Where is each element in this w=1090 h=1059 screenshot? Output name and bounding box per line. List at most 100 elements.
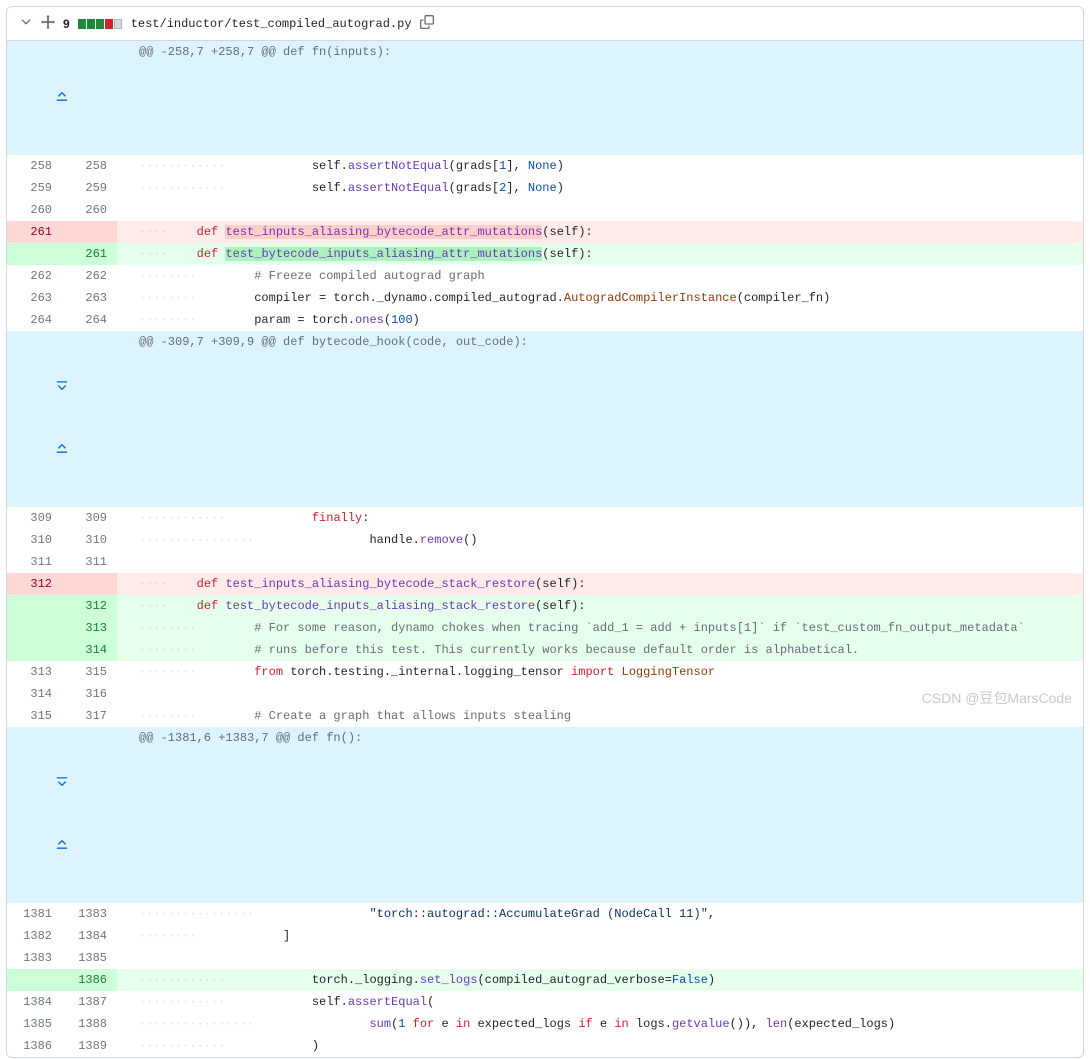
code-cell: ············ self.assertNotEqual(grads[1… (117, 155, 1083, 177)
new-line-num[interactable]: 313 (62, 617, 117, 639)
code-cell: ········ param = torch.ones(100) (117, 309, 1083, 331)
move-handle[interactable] (41, 15, 55, 32)
code-cell: ················ sum(1 for e in expected… (117, 1013, 1083, 1035)
code-cell: ········ from torch.testing._internal.lo… (117, 661, 1083, 683)
new-line-num[interactable]: 1387 (62, 991, 117, 1013)
new-line-num[interactable]: 316 (62, 683, 117, 705)
new-line-num[interactable]: 260 (62, 199, 117, 221)
new-line-num[interactable]: 314 (62, 639, 117, 661)
old-line-num[interactable]: 261 (7, 221, 62, 243)
diff-row: 313315········ from torch.testing._inter… (7, 661, 1083, 683)
old-line-num[interactable]: 264 (7, 309, 62, 331)
old-line-num (7, 969, 62, 991)
code-cell: ············ ) (117, 1035, 1083, 1057)
old-line-num[interactable]: 260 (7, 199, 62, 221)
new-line-num (62, 221, 117, 243)
code-cell: ···· def test_bytecode_inputs_aliasing_a… (117, 243, 1083, 265)
copy-path-button[interactable] (420, 15, 434, 32)
old-line-num[interactable]: 259 (7, 177, 62, 199)
expand-up-button[interactable] (7, 89, 117, 107)
file-header: 9 test/inductor/test_compiled_autograd.p… (7, 7, 1083, 41)
old-line-num[interactable]: 1383 (7, 947, 62, 969)
new-line-num[interactable]: 1388 (62, 1013, 117, 1035)
code-cell (117, 551, 1083, 573)
old-line-num[interactable]: 310 (7, 529, 62, 551)
code-cell: ············ torch._logging.set_logs(com… (117, 969, 1083, 991)
diff-row-add: 312···· def test_bytecode_inputs_aliasin… (7, 595, 1083, 617)
old-line-num[interactable]: 315 (7, 705, 62, 727)
new-line-num[interactable]: 258 (62, 155, 117, 177)
new-line-num[interactable]: 262 (62, 265, 117, 287)
diff-row: 13861389············ ) (7, 1035, 1083, 1057)
new-line-num[interactable]: 1383 (62, 903, 117, 925)
code-cell: ········ # For some reason, dynamo choke… (117, 617, 1083, 639)
new-line-num[interactable]: 312 (62, 595, 117, 617)
fold-up-icon (55, 89, 69, 103)
code-cell: ········ # Freeze compiled autograd grap… (117, 265, 1083, 287)
new-line-num[interactable]: 261 (62, 243, 117, 265)
new-line-num[interactable]: 311 (62, 551, 117, 573)
stat-added-block (87, 19, 95, 29)
old-line-num[interactable]: 1386 (7, 1035, 62, 1057)
expand-down-button[interactable] (7, 379, 117, 397)
stat-added-block (96, 19, 104, 29)
new-line-num[interactable]: 1384 (62, 925, 117, 947)
new-line-num[interactable]: 1386 (62, 969, 117, 991)
diff-row-add: 261···· def test_bytecode_inputs_aliasin… (7, 243, 1083, 265)
hunk-header: @@ -1381,6 +1383,7 @@ def fn(): (117, 727, 1083, 903)
old-line-num[interactable]: 262 (7, 265, 62, 287)
diff-row-del: 261 ···· def test_inputs_aliasing_bytecod… (7, 221, 1083, 243)
old-line-num[interactable]: 309 (7, 507, 62, 529)
chevron-down-icon (19, 15, 33, 29)
diff-row: 311311 (7, 551, 1083, 573)
new-line-num[interactable]: 315 (62, 661, 117, 683)
code-cell: ········ ] (117, 925, 1083, 947)
code-cell: ············ self.assertNotEqual(grads[2… (117, 177, 1083, 199)
diff-row: 315317········ # Create a graph that all… (7, 705, 1083, 727)
expand-up-button[interactable] (7, 837, 117, 855)
code-cell: ················ handle.remove() (117, 529, 1083, 551)
old-line-num[interactable]: 263 (7, 287, 62, 309)
diff-row: 259259············ self.assertNotEqual(g… (7, 177, 1083, 199)
collapse-toggle[interactable] (19, 15, 33, 32)
diff-row: 264264········ param = torch.ones(100) (7, 309, 1083, 331)
new-line-num[interactable]: 310 (62, 529, 117, 551)
diff-row: 13841387············ self.assertEqual( (7, 991, 1083, 1013)
old-line-num[interactable]: 1381 (7, 903, 62, 925)
old-line-num[interactable]: 314 (7, 683, 62, 705)
diff-row: 314316 (7, 683, 1083, 705)
new-line-num[interactable]: 317 (62, 705, 117, 727)
new-line-num[interactable]: 264 (62, 309, 117, 331)
expand-down-button[interactable] (7, 775, 117, 793)
diff-row: 13811383················ "torch::autogra… (7, 903, 1083, 925)
new-line-num (62, 573, 117, 595)
old-line-num[interactable]: 258 (7, 155, 62, 177)
hunk-header: @@ -309,7 +309,9 @@ def bytecode_hook(co… (117, 331, 1083, 507)
new-line-num[interactable]: 1385 (62, 947, 117, 969)
fold-down-icon (55, 775, 69, 789)
code-cell: ···· def test_inputs_aliasing_bytecode_a… (117, 221, 1083, 243)
code-cell (117, 199, 1083, 221)
diff-row: 309309············ finally: (7, 507, 1083, 529)
old-line-num (7, 639, 62, 661)
old-line-num[interactable]: 1385 (7, 1013, 62, 1035)
expand-up-button[interactable] (7, 441, 117, 459)
diff-row-add: 313········ # For some reason, dynamo ch… (7, 617, 1083, 639)
code-cell: ············ finally: (117, 507, 1083, 529)
diff-row: 13821384········ ] (7, 925, 1083, 947)
diff-table: @@ -258,7 +258,7 @@ def fn(inputs): 2582… (7, 41, 1083, 1057)
old-line-num[interactable]: 311 (7, 551, 62, 573)
file-path[interactable]: test/inductor/test_compiled_autograd.py (131, 17, 412, 31)
change-count: 9 (63, 17, 70, 31)
new-line-num[interactable]: 263 (62, 287, 117, 309)
old-line-num[interactable]: 313 (7, 661, 62, 683)
old-line-num[interactable]: 312 (7, 573, 62, 595)
code-cell: ···· def test_bytecode_inputs_aliasing_s… (117, 595, 1083, 617)
code-cell (117, 947, 1083, 969)
new-line-num[interactable]: 309 (62, 507, 117, 529)
new-line-num[interactable]: 1389 (62, 1035, 117, 1057)
diff-stat-blocks (78, 19, 123, 29)
old-line-num[interactable]: 1382 (7, 925, 62, 947)
old-line-num[interactable]: 1384 (7, 991, 62, 1013)
new-line-num[interactable]: 259 (62, 177, 117, 199)
